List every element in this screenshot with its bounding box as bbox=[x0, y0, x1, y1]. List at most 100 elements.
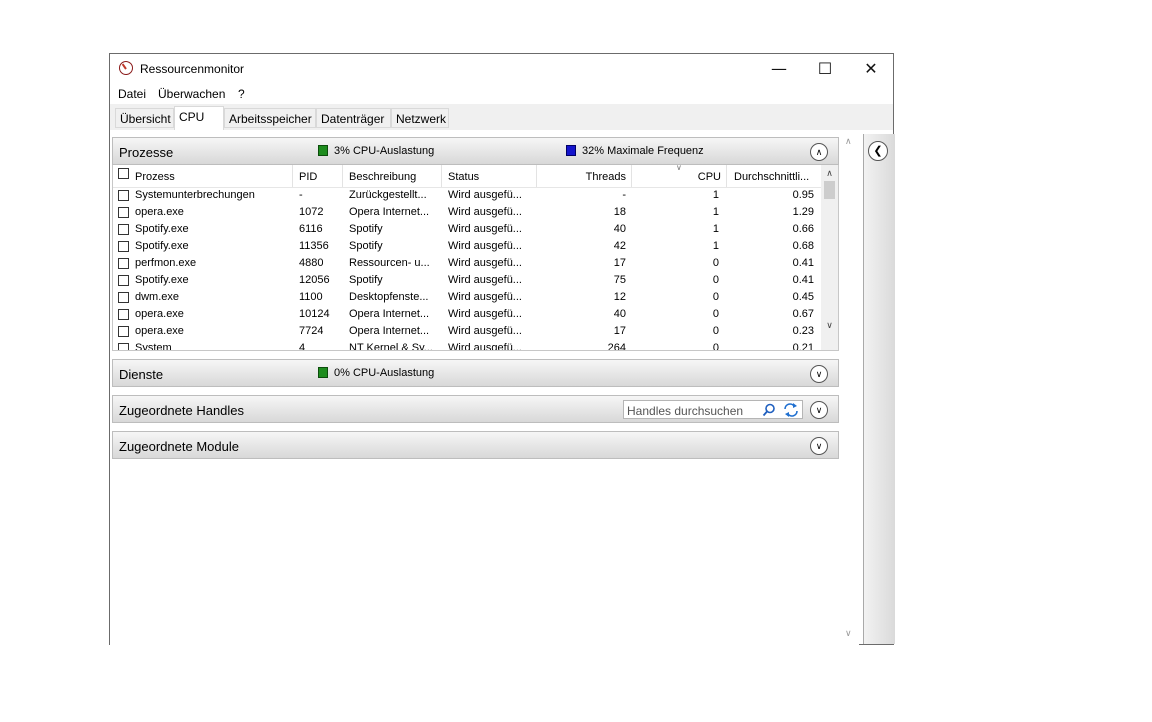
table-row[interactable]: opera.exe 7724 Opera Internet... Wird au… bbox=[113, 323, 823, 340]
cell-pid: - bbox=[299, 189, 303, 201]
table-row[interactable]: opera.exe 1072 Opera Internet... Wird au… bbox=[113, 204, 823, 221]
table-row[interactable]: Spotify.exe 6116 Spotify Wird ausgefü...… bbox=[113, 221, 823, 238]
tab-memory[interactable]: Arbeitsspeicher bbox=[224, 108, 316, 128]
cell-status: Wird ausgefü... bbox=[448, 308, 522, 320]
resource-monitor-window: Ressourcenmonitor — ☐ ✕ Datei Überwachen… bbox=[109, 53, 895, 645]
cell-cpu: 0 bbox=[712, 257, 719, 269]
search-icon[interactable] bbox=[762, 403, 776, 417]
scroll-down-icon[interactable]: ∨ bbox=[821, 317, 838, 333]
menu-monitor[interactable]: Überwachen bbox=[158, 87, 225, 101]
cell-pid: 7724 bbox=[299, 325, 324, 337]
cell-pid: 10124 bbox=[299, 308, 330, 320]
refresh-icon[interactable] bbox=[783, 403, 799, 417]
column-pid[interactable]: PID bbox=[299, 171, 317, 183]
cell-status: Wird ausgefü... bbox=[448, 206, 522, 218]
cpu-usage-indicator-icon bbox=[318, 367, 328, 378]
resource-monitor-icon bbox=[119, 61, 133, 75]
cell-pid: 4 bbox=[299, 342, 306, 351]
modules-header[interactable]: Zugeordnete Module ∨ bbox=[112, 431, 839, 459]
cell-threads: 264 bbox=[607, 342, 626, 351]
row-checkbox[interactable] bbox=[118, 309, 129, 320]
table-row[interactable]: Systemunterbrechungen - Zurückgestellt..… bbox=[113, 187, 823, 204]
cell-status: Wird ausgefü... bbox=[448, 223, 522, 235]
cell-threads: 42 bbox=[613, 240, 626, 252]
column-process[interactable]: Prozess bbox=[135, 171, 175, 183]
main-content: Prozesse 3% CPU-Auslastung 32% Maximale … bbox=[110, 130, 859, 645]
chevron-down-icon[interactable]: ∨ bbox=[810, 365, 828, 383]
row-checkbox[interactable] bbox=[118, 258, 129, 269]
cell-process: perfmon.exe bbox=[135, 257, 197, 269]
menu-file[interactable]: Datei bbox=[118, 87, 146, 101]
cell-cpu: 0 bbox=[712, 291, 719, 303]
handles-header[interactable]: Zugeordnete Handles Handles durchsuchen … bbox=[112, 395, 839, 423]
maximize-button[interactable]: ☐ bbox=[802, 54, 848, 84]
handles-search-input[interactable]: Handles durchsuchen bbox=[623, 400, 803, 419]
tab-disk[interactable]: Datenträger bbox=[316, 108, 391, 128]
table-row[interactable]: perfmon.exe 4880 Ressourcen- u... Wird a… bbox=[113, 255, 823, 272]
column-threads[interactable]: Threads bbox=[543, 171, 626, 183]
cell-process: System bbox=[135, 342, 172, 351]
table-row[interactable]: Spotify.exe 12056 Spotify Wird ausgefü..… bbox=[113, 272, 823, 289]
chevron-down-icon[interactable]: ∨ bbox=[810, 437, 828, 455]
sort-descending-icon: ∨ bbox=[676, 165, 682, 172]
row-checkbox[interactable] bbox=[118, 275, 129, 286]
column-average-cpu[interactable]: Durchschnittli... bbox=[734, 171, 820, 183]
tab-cpu[interactable]: CPU bbox=[174, 106, 224, 130]
cell-average-cpu: 0.67 bbox=[792, 308, 814, 320]
chevron-up-icon[interactable]: ∧ bbox=[810, 143, 828, 161]
cell-cpu: 0 bbox=[712, 274, 719, 286]
max-frequency-indicator-icon bbox=[566, 145, 576, 156]
processes-header[interactable]: Prozesse 3% CPU-Auslastung 32% Maximale … bbox=[112, 137, 839, 165]
row-checkbox[interactable] bbox=[118, 326, 129, 337]
cell-status: Wird ausgefü... bbox=[448, 189, 522, 201]
handles-title: Zugeordnete Handles bbox=[119, 403, 245, 418]
main-scroll-down-icon[interactable]: ∨ bbox=[845, 628, 852, 639]
column-description[interactable]: Beschreibung bbox=[349, 171, 416, 183]
expand-panel-icon[interactable]: ❮ bbox=[868, 141, 888, 161]
select-all-checkbox[interactable] bbox=[118, 168, 129, 179]
row-checkbox[interactable] bbox=[118, 224, 129, 235]
row-checkbox[interactable] bbox=[118, 241, 129, 252]
modules-title: Zugeordnete Module bbox=[119, 439, 239, 454]
scroll-up-icon[interactable]: ∧ bbox=[821, 165, 838, 181]
tab-overview[interactable]: Übersicht bbox=[115, 108, 174, 128]
tab-network[interactable]: Netzwerk bbox=[391, 108, 449, 128]
minimize-button[interactable]: — bbox=[756, 54, 802, 84]
cell-cpu: 1 bbox=[712, 206, 719, 218]
cell-description: Spotify bbox=[349, 240, 383, 252]
table-row[interactable]: System 4 NT Kernel & Sy... Wird ausgefü.… bbox=[113, 340, 823, 351]
handles-search-placeholder: Handles durchsuchen bbox=[627, 404, 744, 418]
services-header[interactable]: Dienste 0% CPU-Auslastung ∨ bbox=[112, 359, 839, 387]
cell-average-cpu: 0.45 bbox=[792, 291, 814, 303]
table-row[interactable]: Spotify.exe 11356 Spotify Wird ausgefü..… bbox=[113, 238, 823, 255]
cell-threads: 18 bbox=[613, 206, 626, 218]
row-checkbox[interactable] bbox=[118, 292, 129, 303]
processes-title: Prozesse bbox=[119, 145, 174, 160]
cell-cpu: 1 bbox=[712, 223, 719, 235]
column-cpu[interactable]: CPU bbox=[638, 171, 721, 183]
cell-cpu: 0 bbox=[712, 308, 719, 320]
table-row[interactable]: dwm.exe 1100 Desktopfenste... Wird ausge… bbox=[113, 289, 823, 306]
cell-status: Wird ausgefü... bbox=[448, 240, 522, 252]
table-row[interactable]: opera.exe 10124 Opera Internet... Wird a… bbox=[113, 306, 823, 323]
row-checkbox[interactable] bbox=[118, 190, 129, 201]
cell-cpu: 0 bbox=[712, 342, 719, 351]
cell-description: Opera Internet... bbox=[349, 308, 430, 320]
cell-cpu: 1 bbox=[712, 189, 719, 201]
chevron-down-icon[interactable]: ∨ bbox=[810, 401, 828, 419]
menu-help[interactable]: ? bbox=[238, 87, 245, 101]
window-title: Ressourcenmonitor bbox=[140, 62, 245, 76]
cell-description: Spotify bbox=[349, 223, 383, 235]
column-status[interactable]: Status bbox=[448, 171, 479, 183]
cell-pid: 12056 bbox=[299, 274, 330, 286]
main-scrollbar[interactable]: ∧ ∨ bbox=[842, 134, 858, 644]
close-button[interactable]: ✕ bbox=[848, 54, 894, 84]
scroll-thumb[interactable] bbox=[824, 181, 835, 199]
cell-process: Spotify.exe bbox=[135, 274, 189, 286]
row-checkbox[interactable] bbox=[118, 207, 129, 218]
table-scrollbar[interactable]: ∧ ∨ bbox=[821, 165, 838, 350]
cell-average-cpu: 0.68 bbox=[792, 240, 814, 252]
main-scroll-up-icon[interactable]: ∧ bbox=[845, 136, 852, 147]
row-checkbox[interactable] bbox=[118, 343, 129, 350]
cell-pid: 1072 bbox=[299, 206, 324, 218]
